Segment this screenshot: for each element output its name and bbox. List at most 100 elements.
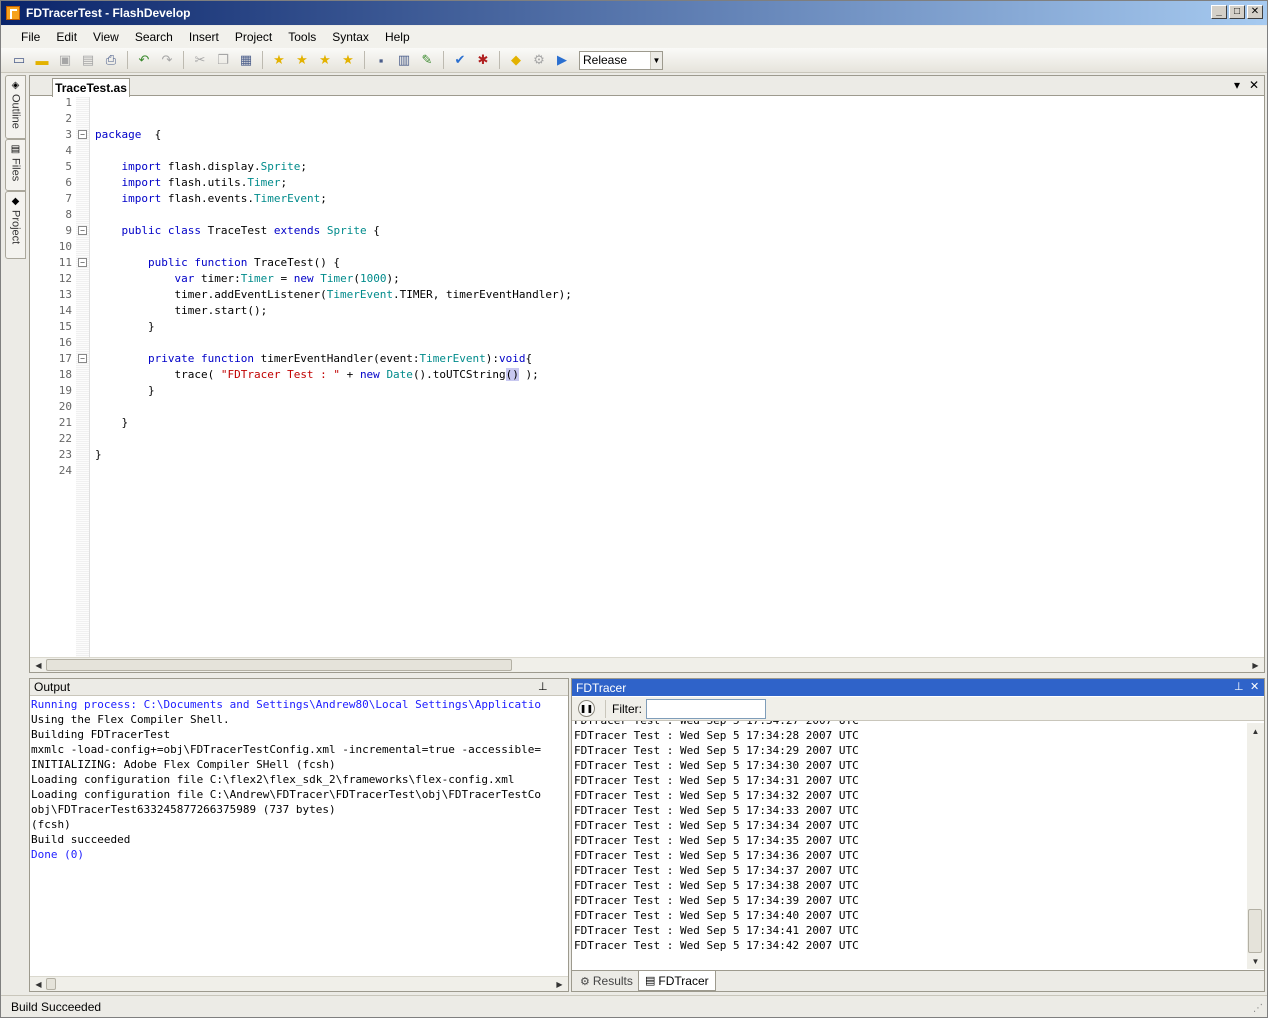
save-all-icon[interactable]: ▤ bbox=[78, 50, 98, 70]
save-icon[interactable]: ▣ bbox=[55, 50, 75, 70]
code-line[interactable]: 3− package { bbox=[30, 127, 1264, 143]
check-syntax-icon[interactable]: ✔ bbox=[450, 50, 470, 70]
title-bar[interactable]: FDTracerTest - FlashDevelop _ □ ✕ bbox=[1, 1, 1267, 25]
scroll-down-icon[interactable]: ▼ bbox=[1248, 954, 1263, 968]
line-number: 2 bbox=[65, 112, 72, 125]
code-line[interactable]: 4 bbox=[30, 143, 1264, 159]
filter-input[interactable] bbox=[646, 698, 766, 719]
pin-icon[interactable]: ⊥ bbox=[538, 680, 548, 693]
code-line[interactable]: 18 trace( "FDTracer Test : " + new Date(… bbox=[30, 367, 1264, 383]
maximize-button[interactable]: □ bbox=[1229, 5, 1245, 19]
new-file-icon[interactable]: ▭ bbox=[9, 50, 29, 70]
fold-toggle-icon[interactable]: − bbox=[78, 226, 87, 235]
cut-icon[interactable]: ✂ bbox=[190, 50, 210, 70]
menu-help[interactable]: Help bbox=[377, 30, 418, 44]
fold-toggle-icon[interactable]: − bbox=[78, 130, 87, 139]
output-horizontal-scrollbar[interactable]: ◀ ▶ bbox=[30, 976, 568, 991]
side-tab-outline[interactable]: ◈ Outline bbox=[5, 75, 26, 139]
code-line[interactable]: 24 bbox=[30, 463, 1264, 479]
fdtracer-log[interactable]: FDTracer Test : Wed Sep 5 17:34:27 2007 … bbox=[574, 721, 1246, 971]
code-line[interactable]: 11− public function TraceTest() { bbox=[30, 255, 1264, 271]
code-line[interactable]: 17− private function timerEventHandler(e… bbox=[30, 351, 1264, 367]
project-box-icon[interactable]: ◆ bbox=[506, 50, 526, 70]
tab-fdtracer[interactable]: ▤ FDTracer bbox=[638, 971, 716, 991]
code-line[interactable]: 6 import flash.utils.Timer; bbox=[30, 175, 1264, 191]
open-folder-icon[interactable]: ▬ bbox=[32, 50, 52, 70]
tab-list-dropdown-icon[interactable]: ▾ bbox=[1234, 78, 1240, 92]
settings-gear-icon[interactable]: ⚙ bbox=[529, 50, 549, 70]
code-line[interactable]: 23} bbox=[30, 447, 1264, 463]
code-line[interactable]: 9− public class TraceTest extends Sprite… bbox=[30, 223, 1264, 239]
copy-icon[interactable]: ❐ bbox=[213, 50, 233, 70]
line-number: 1 bbox=[65, 97, 72, 109]
pause-icon[interactable]: ❚❚ bbox=[578, 700, 595, 717]
next-bookmark-icon[interactable]: ★ bbox=[292, 50, 312, 70]
code-line[interactable]: 2 bbox=[30, 111, 1264, 127]
side-tab-project[interactable]: ◆ Project bbox=[5, 191, 26, 259]
menu-file[interactable]: File bbox=[13, 30, 48, 44]
redo-icon[interactable]: ↷ bbox=[157, 50, 177, 70]
code-line[interactable]: 13 timer.addEventListener(TimerEvent.TIM… bbox=[30, 287, 1264, 303]
editor-horizontal-scrollbar[interactable]: ◀ ▶ bbox=[30, 657, 1264, 672]
output-panel-title: Output bbox=[34, 680, 71, 694]
fdtracer-vertical-scrollbar[interactable]: ▲ ▼ bbox=[1247, 723, 1264, 969]
scroll-up-icon[interactable]: ▲ bbox=[1248, 724, 1263, 738]
code-line[interactable]: 12 var timer:Timer = new Timer(1000); bbox=[30, 271, 1264, 287]
close-document-icon[interactable]: ✕ bbox=[1249, 78, 1259, 92]
undo-icon[interactable]: ↶ bbox=[134, 50, 154, 70]
run-play-icon[interactable]: ▶ bbox=[552, 50, 572, 70]
clear-bookmarks-icon[interactable]: ★ bbox=[338, 50, 358, 70]
build-config-select[interactable]: Release ▼ bbox=[579, 50, 663, 70]
code-line[interactable]: 21 } bbox=[30, 415, 1264, 431]
code-line[interactable]: 1 bbox=[30, 97, 1264, 111]
menu-project[interactable]: Project bbox=[227, 30, 280, 44]
side-tab-label: Files bbox=[9, 158, 22, 182]
fold-toggle-icon[interactable]: − bbox=[78, 258, 87, 267]
paste-icon[interactable]: ▦ bbox=[236, 50, 256, 70]
menu-view[interactable]: View bbox=[85, 30, 127, 44]
menu-tools[interactable]: Tools bbox=[280, 30, 324, 44]
code-line[interactable]: 15 } bbox=[30, 319, 1264, 335]
side-tab-files[interactable]: ▤ Files bbox=[5, 139, 26, 191]
code-area[interactable]: 1 2 3− package {4 5 import flash.display.Spr… bbox=[30, 97, 1264, 658]
code-line[interactable]: 16 bbox=[30, 335, 1264, 351]
pin-icon[interactable]: ⊥ bbox=[1234, 680, 1244, 693]
resize-grip-icon[interactable]: ⋰ bbox=[1253, 1003, 1263, 1014]
scroll-left-icon[interactable]: ◀ bbox=[31, 658, 46, 672]
scroll-left-icon[interactable]: ◀ bbox=[31, 977, 46, 991]
output-log[interactable]: Running process: C:\Documents and Settin… bbox=[31, 697, 567, 975]
previous-bookmark-icon[interactable]: ★ bbox=[315, 50, 335, 70]
scroll-right-icon[interactable]: ▶ bbox=[552, 977, 567, 991]
menu-syntax[interactable]: Syntax bbox=[324, 30, 377, 44]
tab-tracetest-as[interactable]: TraceTest.as bbox=[52, 78, 130, 97]
code-line[interactable]: 20 bbox=[30, 399, 1264, 415]
tab-results[interactable]: ⚙ Results bbox=[574, 971, 639, 991]
fold-toggle-icon[interactable]: − bbox=[78, 354, 87, 363]
code-line[interactable]: 7 import flash.events.TimerEvent; bbox=[30, 191, 1264, 207]
scroll-right-icon[interactable]: ▶ bbox=[1248, 658, 1263, 672]
code-line[interactable]: 19 } bbox=[30, 383, 1264, 399]
code-line[interactable]: 14 timer.start(); bbox=[30, 303, 1264, 319]
filter-label: Filter: bbox=[612, 701, 642, 716]
code-line[interactable]: 10 bbox=[30, 239, 1264, 255]
debug-icon[interactable]: ✱ bbox=[473, 50, 493, 70]
menu-insert[interactable]: Insert bbox=[181, 30, 227, 44]
scrollbar-thumb[interactable] bbox=[46, 659, 512, 671]
chevron-down-icon[interactable]: ▼ bbox=[650, 51, 662, 69]
output-panel: Output ⊥ Running process: C:\Documents a… bbox=[29, 678, 569, 992]
bookmark-icon[interactable]: ★ bbox=[269, 50, 289, 70]
scrollbar-thumb[interactable] bbox=[1248, 909, 1262, 953]
wizard-icon[interactable]: ✎ bbox=[417, 50, 437, 70]
code-line[interactable]: 22 bbox=[30, 431, 1264, 447]
print-icon[interactable]: ⎙ bbox=[101, 50, 121, 70]
close-panel-icon[interactable]: ✕ bbox=[1250, 680, 1259, 693]
code-line[interactable]: 8 bbox=[30, 207, 1264, 223]
code-line[interactable]: 5 import flash.display.Sprite; bbox=[30, 159, 1264, 175]
menu-edit[interactable]: Edit bbox=[48, 30, 85, 44]
layout-icon[interactable]: ▥ bbox=[394, 50, 414, 70]
scrollbar-thumb[interactable] bbox=[46, 978, 56, 990]
minimize-button[interactable]: _ bbox=[1211, 5, 1227, 19]
command-prompt-icon[interactable]: ▪ bbox=[371, 50, 391, 70]
menu-search[interactable]: Search bbox=[127, 30, 181, 44]
close-button[interactable]: ✕ bbox=[1247, 5, 1263, 19]
